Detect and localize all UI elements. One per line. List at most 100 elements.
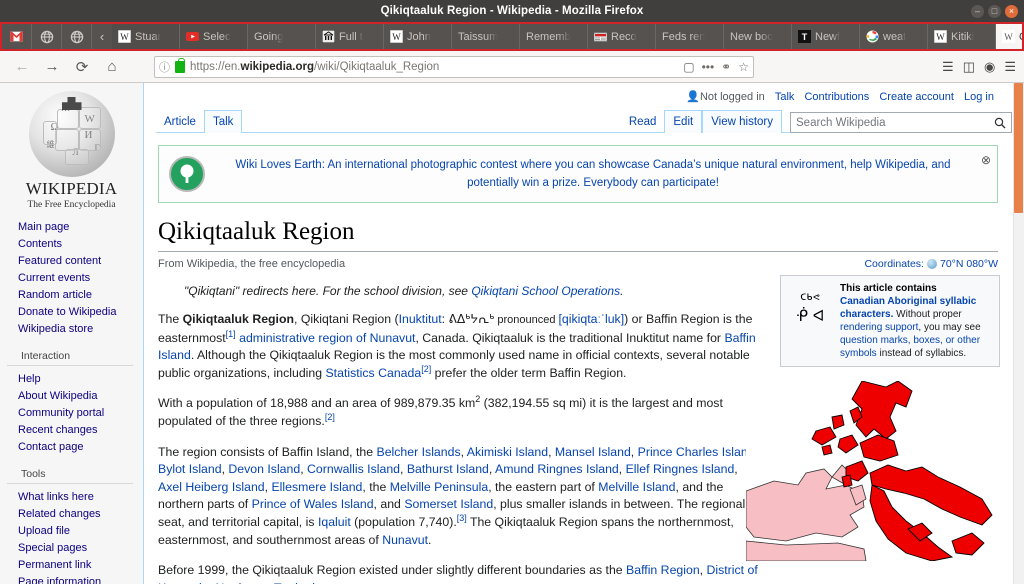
- region-map-image[interactable]: [746, 381, 1008, 561]
- link-somerset-island[interactable]: Somerset Island: [404, 497, 493, 511]
- link-mansel-island[interactable]: Mansel Island: [555, 445, 631, 459]
- hatnote-link[interactable]: Qikiqtani School Operations: [471, 284, 620, 298]
- tab-view-history[interactable]: View history: [702, 110, 782, 133]
- link-baffin-region[interactable]: Baffin Region: [626, 563, 700, 577]
- browser-tab[interactable]: Going: [248, 24, 316, 49]
- sidebar-item-about-wikipedia[interactable]: About Wikipedia: [0, 387, 143, 404]
- tab-edit[interactable]: Edit: [664, 110, 703, 133]
- link-devon-island[interactable]: Devon Island: [228, 462, 300, 476]
- close-button[interactable]: ×: [1005, 4, 1018, 18]
- usernav-talk[interactable]: Talk: [775, 91, 795, 103]
- usernav-create-account[interactable]: Create account: [879, 91, 954, 103]
- browser-tab[interactable]: Full t: [316, 24, 384, 49]
- home-button[interactable]: ⌂: [98, 54, 126, 80]
- ref-3[interactable]: [3]: [457, 513, 467, 523]
- browser-tab[interactable]: W John: [384, 24, 452, 49]
- site-info-icon[interactable]: ⓘ: [159, 59, 170, 75]
- tab-talk[interactable]: Talk: [203, 110, 243, 133]
- rendering-support-link[interactable]: rendering support: [840, 322, 918, 333]
- sidebar-item-recent-changes[interactable]: Recent changes: [0, 421, 143, 438]
- ref-1[interactable]: [1]: [226, 329, 236, 339]
- library-icon[interactable]: ☰: [942, 59, 954, 75]
- sidebar-item-community-portal[interactable]: Community portal: [0, 404, 143, 421]
- sidebar-icon[interactable]: ◫: [963, 59, 975, 75]
- link-ellesmere-island[interactable]: Ellesmere Island: [271, 480, 362, 494]
- sidebar-item-main-page[interactable]: Main page: [0, 218, 143, 235]
- link-bylot-island[interactable]: Bylot Island: [158, 462, 222, 476]
- browser-tab[interactable]: Taissum: [452, 24, 520, 49]
- sidebar-item-contact-page[interactable]: Contact page: [0, 438, 143, 455]
- search-icon[interactable]: [994, 117, 1006, 129]
- sidebar-item-donate[interactable]: Donate to Wikipedia: [0, 303, 143, 320]
- link-cornwallis-island[interactable]: Cornwallis Island: [307, 462, 400, 476]
- page-scrollbar[interactable]: [1013, 83, 1024, 584]
- usernav-log-in[interactable]: Log in: [964, 91, 994, 103]
- pocket-icon[interactable]: ⚭: [721, 60, 731, 74]
- mail-icon[interactable]: [2, 24, 32, 49]
- link-nunavut[interactable]: Nunavut: [382, 533, 428, 547]
- link-amund-ringnes-island[interactable]: Amund Ringnes Island: [495, 462, 619, 476]
- link-bathurst-island[interactable]: Bathurst Island: [407, 462, 489, 476]
- tab-read[interactable]: Read: [621, 111, 665, 133]
- browser-tab[interactable]: W Kitiki: [928, 24, 996, 49]
- browser-tab[interactable]: weat: [860, 24, 928, 49]
- page-actions-icon[interactable]: •••: [702, 60, 715, 74]
- sidebar-item-permanent-link[interactable]: Permanent link: [0, 556, 143, 573]
- ref-2[interactable]: [2]: [325, 412, 335, 422]
- browser-tab[interactable]: Reco: [588, 24, 656, 49]
- coordinates[interactable]: Coordinates: 70°N 080°W: [864, 258, 998, 270]
- menu-icon[interactable]: ☰: [1004, 59, 1016, 75]
- back-button[interactable]: ←: [8, 54, 36, 80]
- sidebar-item-featured-content[interactable]: Featured content: [0, 252, 143, 269]
- link-statistics-canada[interactable]: Statistics Canada: [325, 366, 421, 380]
- browser-tab[interactable]: T Newf: [792, 24, 860, 49]
- sidebar-item-random-article[interactable]: Random article: [0, 286, 143, 303]
- link-axel-heiberg-island[interactable]: Axel Heiberg Island: [158, 480, 265, 494]
- link-inuktitut[interactable]: Inuktitut: [399, 312, 442, 326]
- sidebar-item-contents[interactable]: Contents: [0, 235, 143, 252]
- link-iqaluit[interactable]: Iqaluit: [318, 515, 351, 529]
- browser-tab[interactable]: New boo: [724, 24, 792, 49]
- bookmark-icon[interactable]: ☆: [738, 60, 749, 74]
- browser-tab[interactable]: W Stuar: [112, 24, 180, 49]
- maximize-button[interactable]: □: [988, 4, 1001, 18]
- sidebar-item-page-information[interactable]: Page information: [0, 573, 143, 584]
- sidebar-item-current-events[interactable]: Current events: [0, 269, 143, 286]
- forward-button[interactable]: →: [38, 54, 66, 80]
- url-bar[interactable]: ⓘ https://en.wikipedia.org/wiki/Qikiqtaa…: [154, 55, 754, 78]
- sidebar-item-help[interactable]: Help: [0, 370, 143, 387]
- sidebar-item-special-pages[interactable]: Special pages: [0, 539, 143, 556]
- sidebar-item-upload-file[interactable]: Upload file: [0, 522, 143, 539]
- link-belcher-islands[interactable]: Belcher Islands: [377, 445, 461, 459]
- globe-icon[interactable]: [62, 24, 92, 49]
- wikipedia-logo[interactable]: W Ω И Ж Л 維 Г WIKIPEDIA The Free Encyclo…: [0, 89, 143, 218]
- browser-tab[interactable]: Selec: [180, 24, 248, 49]
- browser-tab[interactable]: Feds ren: [656, 24, 724, 49]
- link-melville-island[interactable]: Melville Island: [598, 480, 675, 494]
- account-icon[interactable]: ◉: [984, 59, 995, 75]
- link-administrative-region[interactable]: administrative region of Nunavut: [239, 331, 415, 345]
- globe-icon[interactable]: [32, 24, 62, 49]
- sidebar-item-store[interactable]: Wikipedia store: [0, 320, 143, 337]
- ref-2[interactable]: [2]: [421, 364, 431, 374]
- sidebar-item-what-links-here[interactable]: What links here: [0, 488, 143, 505]
- reload-button[interactable]: ⟳: [68, 54, 96, 80]
- reader-view-icon[interactable]: ▢: [683, 60, 694, 74]
- link-melville-peninsula[interactable]: Melville Peninsula: [390, 480, 488, 494]
- link-ipa[interactable]: [qikiqtaːˈluk]: [559, 312, 625, 326]
- scroll-tabs-left-icon[interactable]: ‹: [92, 24, 112, 49]
- banner-message[interactable]: Wiki Loves Earth: An international photo…: [213, 156, 987, 192]
- banner-close-icon[interactable]: ⊗: [981, 153, 991, 167]
- search-container[interactable]: [790, 112, 1012, 133]
- link-akimiski-island[interactable]: Akimiski Island: [467, 445, 548, 459]
- usernav-contributions[interactable]: Contributions: [804, 91, 869, 103]
- scrollbar-thumb[interactable]: [1014, 83, 1023, 213]
- search-input[interactable]: [796, 116, 994, 129]
- browser-tab[interactable]: Rememb: [520, 24, 588, 49]
- browser-tab-active[interactable]: W Qi ×: [996, 24, 1022, 49]
- link-prince-charles-island[interactable]: Prince Charles Island: [638, 445, 755, 459]
- minimize-button[interactable]: –: [971, 4, 984, 18]
- link-prince-of-wales-island[interactable]: Prince of Wales Island: [252, 497, 374, 511]
- link-ellef-ringnes-island[interactable]: Ellef Ringnes Island: [626, 462, 735, 476]
- sidebar-item-related-changes[interactable]: Related changes: [0, 505, 143, 522]
